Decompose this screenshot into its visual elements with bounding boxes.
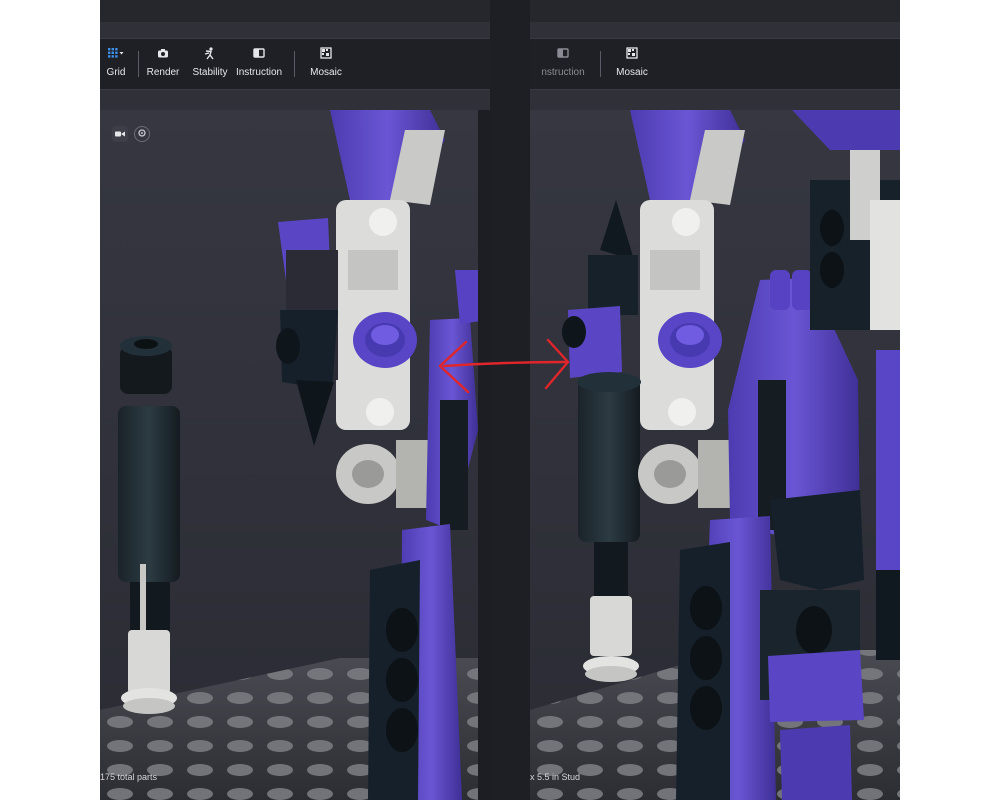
toolbar-separator <box>138 51 139 77</box>
right-3d-viewport[interactable] <box>530 110 900 800</box>
mosaic-button[interactable]: Mosaic <box>614 45 650 85</box>
book-icon <box>557 45 569 61</box>
render-button[interactable]: Render <box>146 45 180 85</box>
video-camera-icon <box>115 125 125 143</box>
right-toolbar: nstruction Mosaic <box>530 38 900 90</box>
left-model-render <box>100 110 518 800</box>
instruction-button[interactable]: nstruction <box>540 45 586 85</box>
grid-button[interactable]: Grid <box>104 45 128 85</box>
window-top-strip <box>530 0 900 22</box>
mosaic-icon <box>320 45 332 61</box>
instruction-label: nstruction <box>541 67 585 78</box>
right-model-render <box>530 110 900 800</box>
left-3d-viewport[interactable] <box>100 110 518 800</box>
mosaic-label: Mosaic <box>616 67 648 78</box>
right-viewport-panel: nstruction Mosaic x 5.5 in Stud <box>530 0 900 800</box>
stud-size-status: x 5.5 in Stud <box>530 772 581 782</box>
parts-count-status: 175 total parts <box>100 772 158 782</box>
grid-label: Grid <box>106 67 126 78</box>
mosaic-icon <box>626 45 638 61</box>
book-icon <box>253 45 265 61</box>
rotate-button[interactable] <box>134 126 150 142</box>
render-label: Render <box>146 67 180 78</box>
video-camera-button[interactable] <box>112 126 128 142</box>
stability-label: Stability <box>192 67 228 78</box>
instruction-label: Instruction <box>235 67 283 78</box>
toolbar-separator <box>294 51 295 77</box>
camera-icon <box>157 45 169 61</box>
mosaic-button[interactable]: Mosaic <box>308 45 344 85</box>
rotate-icon <box>137 125 147 143</box>
instruction-button[interactable]: Instruction <box>236 45 282 85</box>
window-top-strip <box>100 0 518 22</box>
stability-icon <box>204 45 216 61</box>
left-viewport-panel: Grid Render Stability Instruction Mosaic… <box>100 0 518 800</box>
stability-button[interactable]: Stability <box>192 45 228 85</box>
mosaic-label: Mosaic <box>310 67 342 78</box>
grid-icon <box>107 45 125 61</box>
left-toolbar: Grid Render Stability Instruction Mosaic <box>100 38 518 90</box>
toolbar-separator <box>600 51 601 77</box>
